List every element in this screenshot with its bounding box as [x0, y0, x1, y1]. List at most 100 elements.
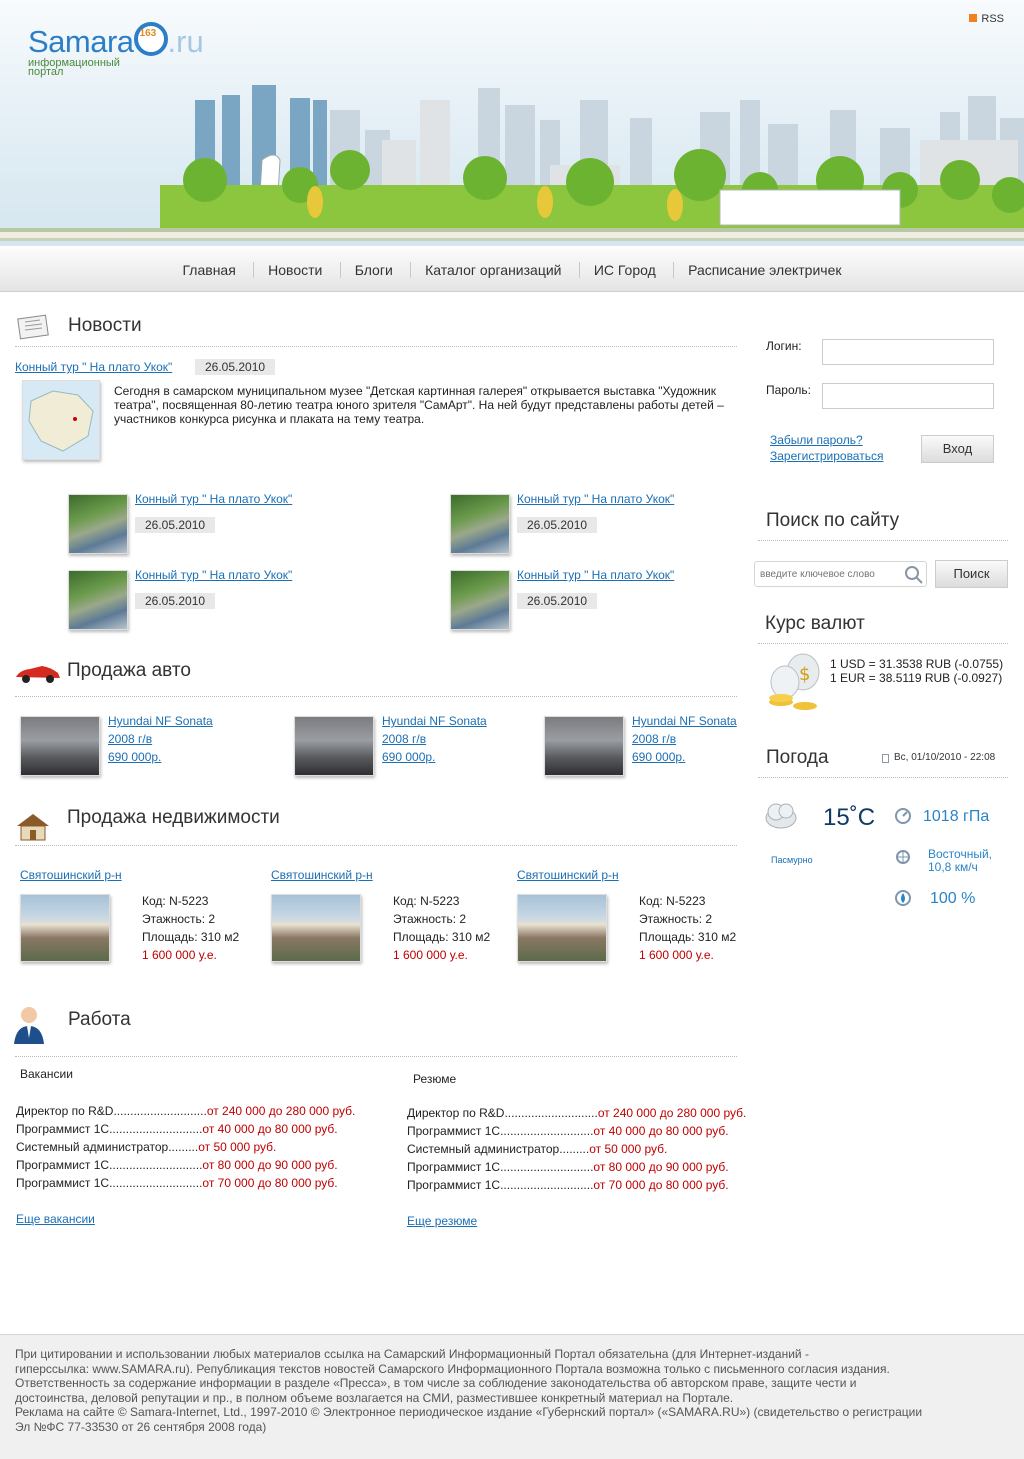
footer-line: Ответственность за содержание информации…	[15, 1376, 857, 1390]
divider	[758, 643, 1008, 644]
weather-datetime: Вс, 01/10/2010 - 22:08	[894, 752, 996, 763]
news-main-text: Сегодня в самарском муниципальном музее …	[114, 384, 724, 426]
currency-title: Курс валют	[765, 613, 865, 634]
car-photo[interactable]	[294, 716, 374, 776]
login-button[interactable]: Вход	[921, 435, 994, 463]
footer-line: Эл №ФС 77-33530 от 26 сентября 2008 года…	[15, 1419, 267, 1434]
vacancy-row[interactable]: Системный администратор.........от 50 00…	[16, 1138, 355, 1156]
resume-row[interactable]: Программист 1С..........................…	[407, 1122, 746, 1140]
auto-item-year[interactable]: 2008 г/в	[382, 732, 426, 746]
cloud-icon	[765, 803, 797, 829]
divider	[15, 346, 737, 347]
nav-item-blogs[interactable]: Блоги	[339, 262, 407, 278]
auto-item-name[interactable]: Hyundai NF Sonata	[382, 714, 487, 728]
news-title: Новости	[68, 315, 142, 336]
login-label: Логин:	[766, 339, 802, 353]
search-icon[interactable]	[904, 565, 924, 585]
auto-item-name[interactable]: Hyundai NF Sonata	[108, 714, 213, 728]
news-main-link[interactable]: Конный тур " На плато Укок"	[15, 360, 172, 374]
footer-line: Реклама на сайте © Samara-Internet, Ltd.…	[15, 1405, 923, 1419]
logo-circle-icon: 163	[133, 22, 168, 56]
password-input[interactable]	[822, 383, 994, 409]
svg-text:$: $	[799, 664, 810, 685]
house-photo[interactable]	[517, 894, 607, 962]
vacancy-row[interactable]: Программист 1С..........................…	[16, 1120, 355, 1138]
resume-row[interactable]: Системный администратор.........от 50 00…	[407, 1140, 746, 1158]
weather-temperature: 15˚C	[823, 804, 876, 831]
weather-humidity: 100 %	[930, 890, 976, 907]
auto-item-year[interactable]: 2008 г/в	[632, 732, 676, 746]
auto-item-price[interactable]: 690 000р.	[382, 750, 435, 764]
weather-wind: Восточный, 10,8 км/ч	[928, 847, 992, 874]
news-main-date: 26.05.2010	[195, 359, 276, 375]
news-item-link[interactable]: Конный тур " На плато Укок"	[135, 568, 292, 582]
eur-rate: 1 EUR = 38.5119 RUB (-0.0927)	[830, 671, 1003, 685]
vacancy-row[interactable]: Директор по R&D.........................…	[16, 1102, 355, 1120]
realty-district-link[interactable]: Святошинский р-н	[271, 868, 373, 882]
nav-item-home[interactable]: Главная	[169, 262, 250, 278]
register-link[interactable]: Зарегистрироваться	[770, 449, 883, 463]
news-thumb-image[interactable]	[68, 494, 128, 554]
calendar-icon	[882, 754, 889, 763]
news-main-map-image[interactable]	[22, 380, 100, 460]
weather-title: Погода	[766, 747, 829, 768]
vacancies-label: Вакансии	[20, 1067, 73, 1081]
realty-item-details: Код: N-5223 Этажность: 2 Площадь: 310 м2 1 …	[393, 894, 491, 962]
nav-item-news[interactable]: Новости	[253, 262, 336, 278]
realty-item-details: Код: N-5223 Этажность: 2 Площадь: 310 м2 1 …	[639, 894, 737, 962]
auto-item-price[interactable]: 690 000р.	[108, 750, 161, 764]
news-thumb-image[interactable]	[450, 494, 510, 554]
more-resume-link[interactable]: Еще резюме	[407, 1214, 477, 1228]
rss-link[interactable]: RSS	[969, 13, 1004, 25]
house-photo[interactable]	[20, 894, 110, 962]
newspaper-icon	[17, 314, 49, 340]
work-title: Работа	[68, 1009, 131, 1030]
password-label: Пароль:	[766, 383, 811, 397]
currency-rates: 1 USD = 31.3538 RUB (-0.0755) 1 EUR = 38…	[830, 657, 1003, 685]
car-photo[interactable]	[20, 716, 100, 776]
rss-icon	[969, 14, 978, 22]
search-field[interactable]	[754, 561, 927, 587]
search-input[interactable]	[760, 563, 900, 585]
money-icon: $	[769, 653, 820, 710]
search-title: Поиск по сайту	[766, 510, 900, 531]
auto-title: Продажа авто	[67, 660, 191, 681]
forgot-password-link[interactable]: Забыли пароль?	[770, 433, 863, 447]
house-photo[interactable]	[271, 894, 361, 962]
news-item-date: 26.05.2010	[135, 593, 216, 609]
nav-item-trains[interactable]: Расписание электричек	[673, 262, 855, 278]
usd-rate: 1 USD = 31.3538 RUB (-0.0755)	[830, 657, 1004, 671]
more-vacancies-link[interactable]: Еще вакансии	[16, 1212, 95, 1226]
nav-item-city[interactable]: ИС Город	[578, 262, 670, 278]
vacancy-row[interactable]: Программист 1С..........................…	[16, 1174, 355, 1192]
auto-item-name[interactable]: Hyundai NF Sonata	[632, 714, 737, 728]
news-item-date: 26.05.2010	[517, 517, 598, 533]
house-icon	[17, 814, 49, 841]
footer-line: достоинства, деловой репутации и пр., в …	[15, 1390, 734, 1405]
weather-pressure: 1018 гПа	[923, 808, 990, 825]
auto-item-price[interactable]: 690 000р.	[632, 750, 685, 764]
realty-title: Продажа недвижимости	[67, 807, 280, 828]
site-logo[interactable]: Samara 163 .ru информационный портал	[28, 22, 204, 78]
auto-item-year[interactable]: 2008 г/в	[108, 732, 152, 746]
car-photo[interactable]	[544, 716, 624, 776]
main-navigation: Главная Новости Блоги Каталог организаци…	[0, 248, 1024, 292]
realty-district-link[interactable]: Святошинский р-н	[20, 868, 122, 882]
resume-row[interactable]: Директор по R&D.........................…	[407, 1104, 746, 1122]
search-button[interactable]: Поиск	[935, 560, 1008, 588]
nav-item-catalog[interactable]: Каталог организаций	[410, 262, 575, 278]
resume-row[interactable]: Программист 1С..........................…	[407, 1176, 746, 1194]
news-item-link[interactable]: Конный тур " На плато Укок"	[517, 568, 674, 582]
vacancy-row[interactable]: Программист 1С..........................…	[16, 1156, 355, 1174]
resume-row[interactable]: Программист 1С..........................…	[407, 1158, 746, 1176]
news-thumb-image[interactable]	[68, 570, 128, 630]
news-item-link[interactable]: Конный тур " На плато Укок"	[517, 492, 674, 506]
realty-district-link[interactable]: Святошинский р-н	[517, 868, 619, 882]
login-input[interactable]	[822, 339, 994, 365]
news-thumb-image[interactable]	[450, 570, 510, 630]
news-item-date: 26.05.2010	[135, 517, 216, 533]
weather-condition: Пасмурно	[771, 855, 813, 865]
divider	[15, 1056, 737, 1057]
news-item-link[interactable]: Конный тур " На плато Укок"	[135, 492, 292, 506]
news-item-date: 26.05.2010	[517, 593, 598, 609]
